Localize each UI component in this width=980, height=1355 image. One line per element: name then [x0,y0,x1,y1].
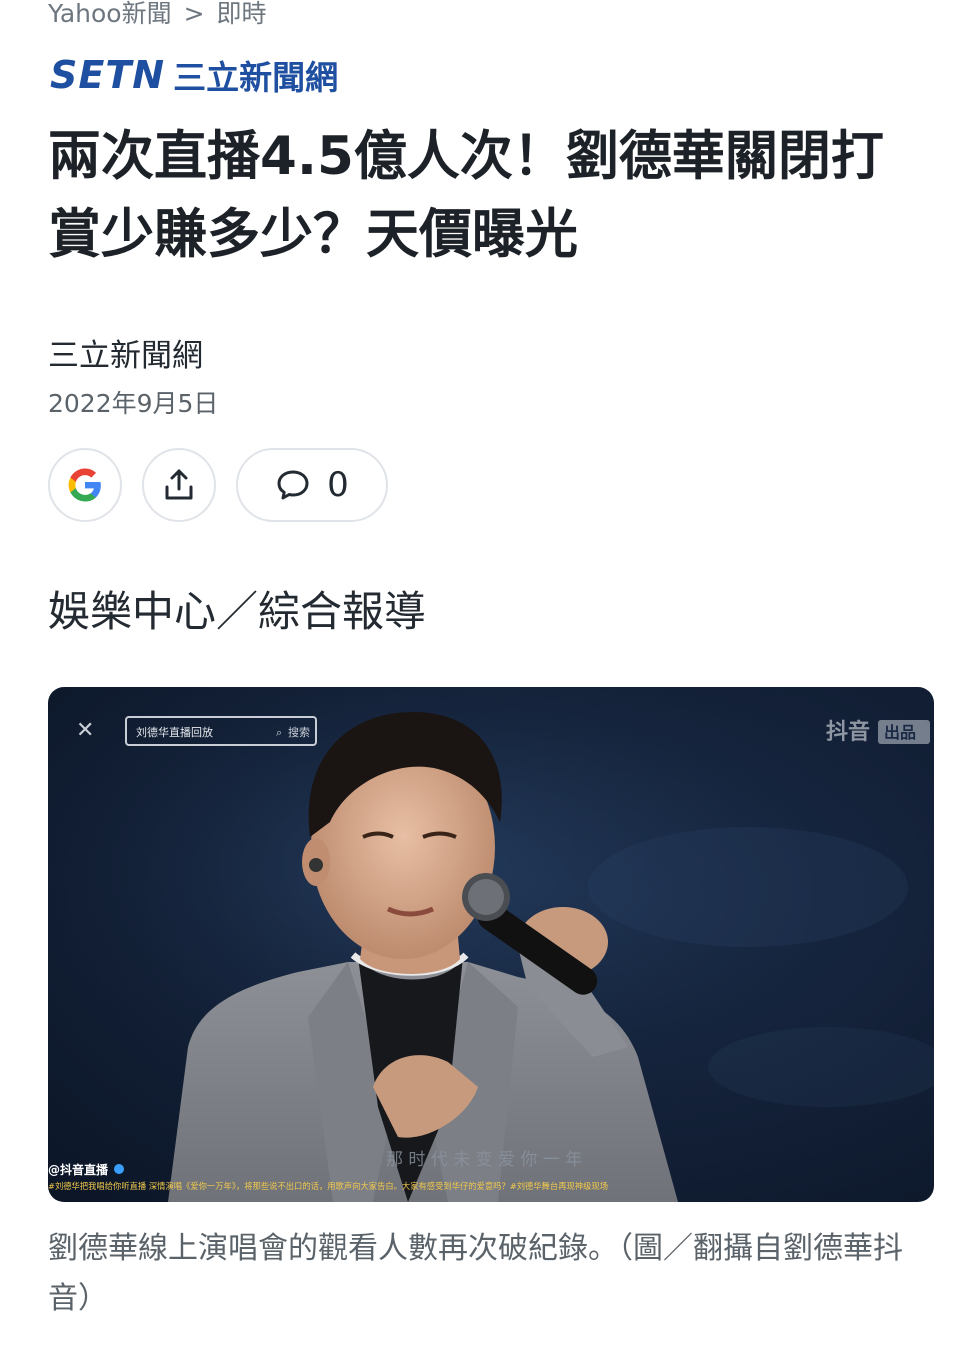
breadcrumb-current[interactable]: 即時 [217,0,267,28]
google-icon [68,468,101,502]
comments-button[interactable]: 0 [236,448,388,522]
breadcrumb: Yahoo新聞 > 即時 [48,0,267,30]
photo-watermark-badge: 出品 [884,723,916,742]
concert-scene: ✕ 刘德华直播回放 ⌕ 搜索 抖音 出品 那 时 代 未 变 爱 你 一 年 @… [48,687,934,1202]
photo-account: @抖音直播 [48,1162,109,1177]
verified-icon [114,1164,124,1174]
photo-search-text: 刘德华直播回放 [136,725,213,739]
photo-ticker: #刘德华把我唱给你听直播 深情演唱《爱你一万年》，将那些说不出口的话，用歌声向大… [48,1181,608,1191]
photo-lyric: 那 时 代 未 变 爱 你 一 年 [386,1150,582,1170]
article-actions: 0 [48,448,388,522]
share-button[interactable] [142,448,216,522]
article-source[interactable]: 三立新聞網 [48,330,203,375]
comment-icon [277,470,309,500]
search-icon: ⌕ [276,726,282,739]
article-photo[interactable]: ✕ 刘德华直播回放 ⌕ 搜索 抖音 出品 那 时 代 未 变 爱 你 一 年 @… [48,687,934,1202]
breadcrumb-home-link[interactable]: Yahoo新聞 [48,0,172,28]
article-headline: 兩次直播4.5億人次！劉德華關閉打賞少賺多少？天價曝光 [48,126,884,265]
logo-mark: SETN [50,53,166,97]
logo-text: 三立新聞網 [173,58,339,97]
photo-watermark: 抖音 [826,719,870,745]
photo-search-button[interactable]: 搜索 [288,725,310,739]
google-news-button[interactable] [48,448,122,522]
close-icon[interactable]: ✕ [76,718,94,743]
publisher-logo[interactable]: SETN 三立新聞網 [50,50,338,100]
share-icon [165,469,193,500]
article-dateline: 娛樂中心／綜合報導 [48,587,427,636]
comment-count: 0 [327,465,349,505]
photo-caption: 劉德華線上演唱會的觀看人數再次破紀錄。（圖／翻攝自劉德華抖音） [48,1231,903,1316]
article-date: 2022年9月5日 [48,389,219,418]
breadcrumb-separator: > [183,0,205,28]
